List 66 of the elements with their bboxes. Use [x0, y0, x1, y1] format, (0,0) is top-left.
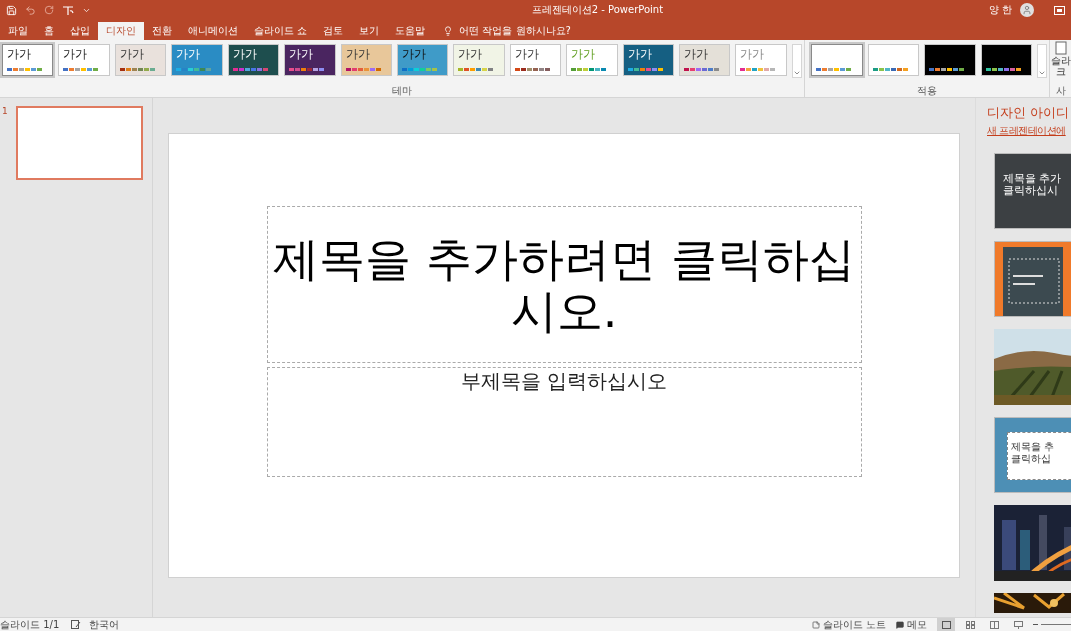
- ribbon-tab[interactable]: 홈: [36, 22, 62, 40]
- notes-button[interactable]: 슬라이드 노트: [811, 617, 886, 631]
- undo-icon[interactable]: [25, 4, 36, 16]
- slide-count: 슬라이드 1/1: [0, 617, 60, 631]
- variant-thumbnail[interactable]: [980, 44, 1032, 76]
- slide-number: 1: [2, 106, 8, 116]
- ribbon-tab[interactable]: 애니메이션: [180, 22, 246, 40]
- slide-thumbnail[interactable]: [15, 106, 143, 180]
- idea-title-text: 제목을 추: [1011, 441, 1056, 453]
- pane-title: 디자인 아이디: [987, 104, 1071, 122]
- design-idea-card[interactable]: 제목을 추 클릭하십: [994, 417, 1071, 493]
- normal-view-icon[interactable]: [937, 618, 955, 631]
- notes-icon: [811, 620, 820, 629]
- ribbon-tab[interactable]: 파일: [0, 22, 36, 40]
- group-label: 사: [1054, 84, 1067, 97]
- ribbon-tab[interactable]: 슬라이드 쇼: [246, 22, 316, 40]
- dark-panel-drawing: [1003, 247, 1063, 316]
- theme-thumbnail[interactable]: 가가: [114, 44, 167, 76]
- chevron-down-icon: [1038, 69, 1046, 77]
- ribbon-tab[interactable]: 보기: [351, 22, 388, 40]
- theme-thumbnail[interactable]: 가가: [453, 44, 505, 76]
- slide-size-button[interactable]: 슬라 크: [1050, 40, 1071, 77]
- window-title: 프레젠테이션2 - PowerPoint: [530, 3, 665, 17]
- ribbon-display-icon[interactable]: [1054, 5, 1065, 15]
- theme-thumbnail[interactable]: 가가: [396, 44, 449, 76]
- theme-thumbnail[interactable]: 가가: [735, 44, 787, 76]
- ribbon-tab[interactable]: 디자인: [98, 22, 144, 40]
- design-idea-card[interactable]: [994, 241, 1071, 317]
- tell-me-field[interactable]: 어떤 작업을 원하시나요?: [433, 22, 581, 40]
- idea-title-text: 제목을 추가: [1003, 172, 1062, 184]
- group-label: 테마: [391, 84, 413, 97]
- theme-thumbnail[interactable]: 가가: [340, 44, 392, 76]
- chevron-down-icon: [792, 69, 801, 77]
- proofing-icon[interactable]: [71, 620, 82, 629]
- idea-title-text: 클릭하십: [1011, 453, 1052, 465]
- theme-thumbnail[interactable]: 가가: [679, 44, 731, 76]
- variant-thumbnail[interactable]: [867, 44, 919, 76]
- theme-thumbnail[interactable]: 가가: [2, 44, 54, 76]
- idea-title-text: 클릭하십시: [1003, 184, 1059, 196]
- lightbulb-icon: [443, 26, 454, 36]
- ribbon-tab[interactable]: 도움말: [387, 22, 434, 40]
- user-name: 양 한: [988, 3, 1012, 17]
- theme-thumbnail[interactable]: 가가: [58, 44, 110, 76]
- language-label[interactable]: 한국어: [89, 617, 120, 631]
- theme-thumbnail[interactable]: 가가: [227, 44, 280, 76]
- zoom-out-icon[interactable]: [1033, 623, 1038, 626]
- comment-icon: [896, 620, 904, 629]
- theme-thumbnail[interactable]: 가가: [622, 44, 675, 76]
- title-placeholder[interactable]: 제목을 추가하려면 클릭하십시오.: [266, 206, 862, 363]
- theme-thumbnail[interactable]: 가가: [284, 44, 336, 76]
- subtitle-placeholder[interactable]: 부제목을 입력하십시오: [266, 367, 862, 477]
- comments-button[interactable]: 메모: [896, 617, 927, 631]
- save-icon[interactable]: [6, 4, 17, 16]
- touch-mode-icon[interactable]: [62, 4, 74, 16]
- variant-thumbnail[interactable]: [811, 44, 863, 76]
- ribbon-tab[interactable]: 전환: [144, 22, 180, 40]
- variant-thumbnail[interactable]: [924, 44, 976, 76]
- avatar-icon[interactable]: [1020, 3, 1034, 17]
- pane-subtitle: 새 프레젠테이션에: [987, 124, 1066, 138]
- ribbon-tab[interactable]: 검토: [315, 22, 352, 40]
- design-idea-card[interactable]: 제목을 추가 클릭하십시: [994, 153, 1071, 229]
- group-label: 적용: [916, 84, 938, 97]
- theme-thumbnail[interactable]: 가가: [509, 44, 562, 76]
- redo-icon[interactable]: [44, 5, 54, 15]
- theme-thumbnail[interactable]: 가가: [171, 44, 223, 76]
- ribbon-tab[interactable]: 삽입: [62, 22, 98, 40]
